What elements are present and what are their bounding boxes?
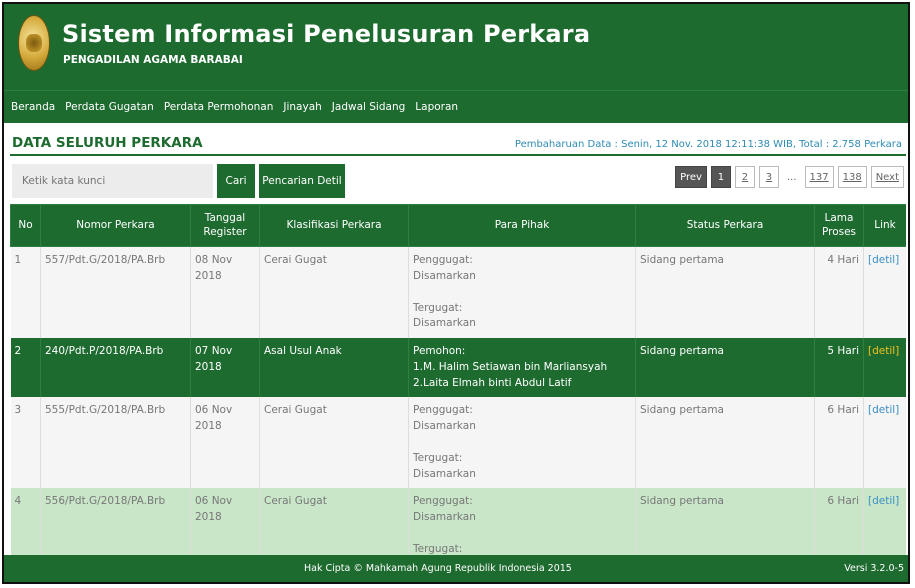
cell-klasifikasi: Cerai Gugat xyxy=(259,488,409,555)
cell-status: Sidang pertama xyxy=(635,488,815,555)
col-header-klasifikasi: Klasifikasi Perkara xyxy=(259,204,409,247)
pihak-value: 1.M. Halim Setiawan bin Marliansyah xyxy=(413,360,608,373)
mahkamah-agung-logo-icon xyxy=(18,15,50,71)
table-header-row: No Nomor Perkara Tanggal Register Klasif… xyxy=(10,204,906,247)
detail-link[interactable]: [detil] xyxy=(868,345,899,357)
pagination: Prev 1 2 3 ... 137 138 Next xyxy=(675,166,904,188)
cell-no: 2 xyxy=(10,338,41,398)
pihak-label: Penggugat: xyxy=(413,404,473,417)
nav-item-perdata-gugatan[interactable]: Perdata Gugatan xyxy=(60,101,159,113)
next-page-button[interactable]: Next xyxy=(870,166,904,188)
cell-nomor-perkara: 557/Pdt.G/2018/PA.Brb xyxy=(40,246,191,338)
site-title: Sistem Informasi Penelusuran Perkara xyxy=(62,20,591,48)
page-link-2[interactable]: 2 xyxy=(734,166,755,188)
cell-no: 1 xyxy=(10,246,41,338)
cell-klasifikasi: Cerai Gugat xyxy=(259,246,409,338)
site-footer: Hak Cipta © Mahkamah Agung Republik Indo… xyxy=(4,555,908,582)
table-row: 3 555/Pdt.G/2018/PA.Brb 06 Nov 2018 Cera… xyxy=(10,397,906,489)
pihak-value: Disamarkan xyxy=(413,467,476,480)
pihak-value: Disamarkan xyxy=(413,317,476,330)
page-title: DATA SELURUH PERKARA xyxy=(12,135,203,151)
cell-para-pihak: Penggugat: Disamarkan Tergugat: Disamark… xyxy=(408,246,636,338)
update-info: Pembaharuan Data : Senin, 12 Nov. 2018 1… xyxy=(514,139,902,150)
cell-link: [detil] xyxy=(863,488,906,555)
cell-tanggal: 06 Nov 2018 xyxy=(190,488,260,555)
cell-status: Sidang pertama xyxy=(635,338,815,398)
pihak-value: Disamarkan xyxy=(413,511,476,523)
pihak-label: Tergugat: xyxy=(413,542,463,555)
cell-para-pihak: Penggugat: Disamarkan Tergugat: Disamark… xyxy=(408,397,636,489)
copyright-text: Hak Cipta © Mahkamah Agung Republik Indo… xyxy=(304,563,572,574)
cell-lama-proses: 5 Hari xyxy=(814,338,864,398)
cell-lama-proses: 6 Hari xyxy=(814,488,864,555)
nav-item-beranda[interactable]: Beranda xyxy=(6,101,60,113)
pihak-label: Tergugat: xyxy=(413,301,463,314)
nav-item-perdata-permohonan[interactable]: Perdata Permohonan xyxy=(159,101,279,113)
cell-lama-proses: 4 Hari xyxy=(814,246,864,338)
pihak-label: Pemohon: xyxy=(413,345,466,357)
cell-klasifikasi: Asal Usul Anak xyxy=(259,338,409,398)
search-button[interactable]: Cari xyxy=(217,164,255,198)
app-window: Sistem Informasi Penelusuran Perkara PEN… xyxy=(2,2,910,584)
detail-link[interactable]: [detil] xyxy=(868,254,899,266)
table-row: 1 557/Pdt.G/2018/PA.Brb 08 Nov 2018 Cera… xyxy=(10,246,906,338)
cell-tanggal: 08 Nov 2018 xyxy=(190,246,260,338)
table-row: 2 240/Pdt.P/2018/PA.Brb 07 Nov 2018 Asal… xyxy=(10,338,906,398)
page-ellipsis: ... xyxy=(782,166,801,188)
col-header-no: No xyxy=(10,204,41,247)
main-nav: Beranda Perdata Gugatan Perdata Permohon… xyxy=(4,90,908,123)
cell-tanggal: 07 Nov 2018 xyxy=(190,338,260,398)
cell-link: [detil] xyxy=(863,338,906,398)
col-header-para-pihak: Para Pihak xyxy=(408,204,636,247)
cell-no: 4 xyxy=(10,488,41,555)
page-link-138[interactable]: 138 xyxy=(837,166,867,188)
detail-link[interactable]: [detil] xyxy=(868,495,899,507)
page-link-137[interactable]: 137 xyxy=(804,166,834,188)
col-header-tanggal-register: Tanggal Register xyxy=(190,204,260,247)
site-header: Sistem Informasi Penelusuran Perkara PEN… xyxy=(4,4,908,90)
case-table: No Nomor Perkara Tanggal Register Klasif… xyxy=(10,204,906,555)
nav-item-jinayah[interactable]: Jinayah xyxy=(278,101,326,113)
pihak-label: Penggugat: xyxy=(413,495,473,508)
nav-item-jadwal-sidang[interactable]: Jadwal Sidang xyxy=(327,101,410,113)
cell-para-pihak: Pemohon: 1.M. Halim Setiawan bin Marlian… xyxy=(408,338,636,398)
page-current[interactable]: 1 xyxy=(710,166,731,188)
version-text: Versi 3.2.0-5 xyxy=(844,563,904,574)
pihak-value: Disamarkan xyxy=(413,269,476,282)
col-header-nomor-perkara: Nomor Perkara xyxy=(40,204,191,247)
site-subtitle: PENGADILAN AGAMA BARABAI xyxy=(63,54,243,66)
table-row: 4 556/Pdt.G/2018/PA.Brb 06 Nov 2018 Cera… xyxy=(10,488,906,555)
advanced-search-button[interactable]: Pencarian Detil xyxy=(259,164,345,198)
cell-para-pihak: Penggugat: Disamarkan Tergugat: xyxy=(408,488,636,555)
pihak-label: Penggugat: xyxy=(413,254,473,266)
cell-link: [detil] xyxy=(863,397,906,489)
col-header-lama-proses: Lama Proses xyxy=(814,204,864,247)
cell-lama-proses: 6 Hari xyxy=(814,397,864,489)
main-content: DATA SELURUH PERKARA Pembaharuan Data : … xyxy=(4,123,908,555)
cell-no: 3 xyxy=(10,397,41,489)
pihak-label: Tergugat: xyxy=(413,451,463,464)
title-divider xyxy=(10,154,906,156)
col-header-link: Link xyxy=(863,204,906,247)
cell-nomor-perkara: 556/Pdt.G/2018/PA.Brb xyxy=(40,488,191,555)
case-table-wrapper: No Nomor Perkara Tanggal Register Klasif… xyxy=(10,204,906,555)
col-header-status: Status Perkara xyxy=(635,204,815,247)
cell-klasifikasi: Cerai Gugat xyxy=(259,397,409,489)
cell-nomor-perkara: 555/Pdt.G/2018/PA.Brb xyxy=(40,397,191,489)
pihak-value: 2.Laita Elmah binti Abdul Latif xyxy=(413,376,572,389)
detail-link[interactable]: [detil] xyxy=(868,404,899,416)
nav-item-laporan[interactable]: Laporan xyxy=(410,101,463,113)
cell-status: Sidang pertama xyxy=(635,246,815,338)
page-link-3[interactable]: 3 xyxy=(758,166,779,188)
search-input[interactable] xyxy=(12,164,213,198)
prev-page-button[interactable]: Prev xyxy=(675,166,707,188)
pihak-value: Disamarkan xyxy=(413,420,476,432)
cell-tanggal: 06 Nov 2018 xyxy=(190,397,260,489)
cell-link: [detil] xyxy=(863,246,906,338)
cell-nomor-perkara: 240/Pdt.P/2018/PA.Brb xyxy=(40,338,191,398)
cell-status: Sidang pertama xyxy=(635,397,815,489)
